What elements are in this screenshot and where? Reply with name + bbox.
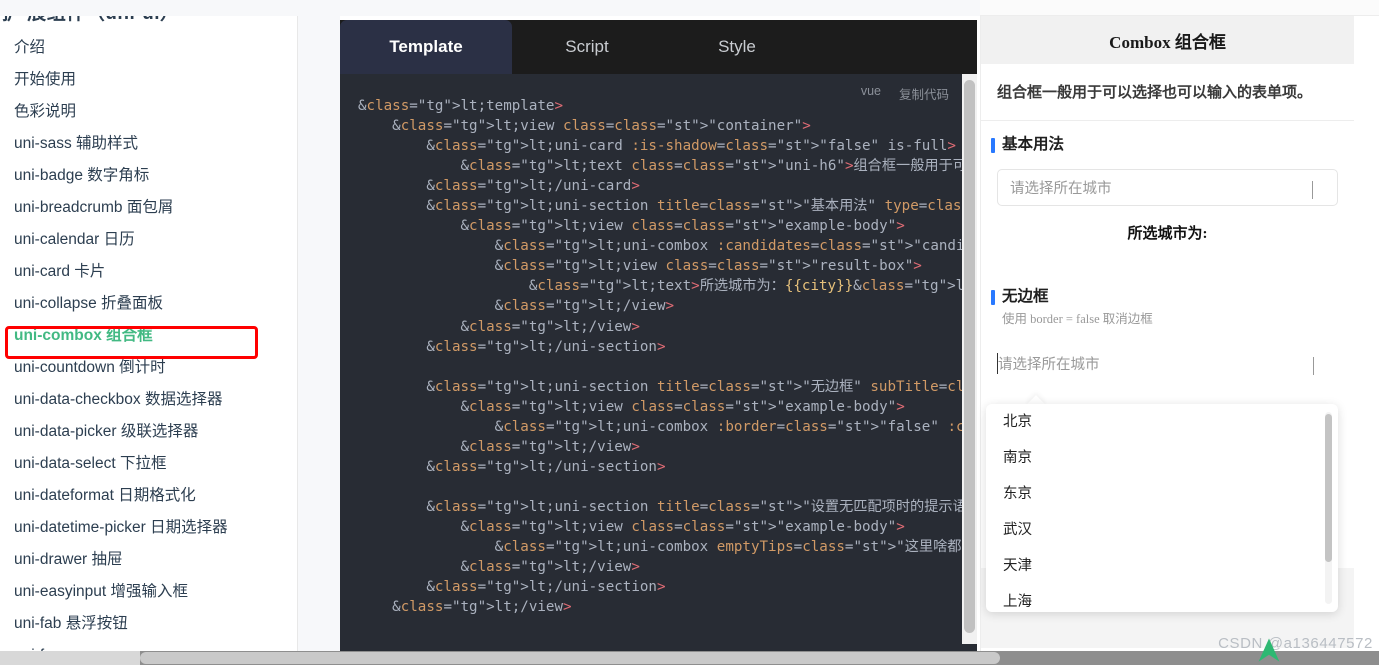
sidebar-item-label: uni-calendar 日历 [14, 231, 135, 248]
sidebar-item-label: uni-dateformat 日期格式化 [14, 487, 196, 504]
sidebar-item-label: uni-sass 辅助样式 [14, 135, 139, 152]
sidebar-item-11[interactable]: uni-data-checkbox 数据选择器 [0, 384, 297, 416]
editor-tabbar: Template Script Style [340, 20, 977, 74]
sidebar-item-2[interactable]: 色彩说明 [0, 96, 297, 128]
sidebar-item-0[interactable]: 介绍 [0, 32, 297, 64]
sidebar-item-label: 色彩说明 [14, 103, 77, 120]
code-editor-panel: Template Script Style vue 复制代码 &class="t… [340, 20, 977, 665]
example-body-basic: 请选择所在城市 所选城市为: [981, 155, 1354, 265]
combobox-basic[interactable]: 请选择所在城市 [997, 169, 1338, 206]
tab-script-label: Script [565, 37, 609, 56]
sidebar: 扩 展组件（uni-ui） ▼ 介绍开始使用色彩说明uni-sass 辅助样式u… [0, 0, 298, 665]
watermark-label: CSDN @a136447572 [1218, 635, 1373, 652]
dropdown-option-list: 北京 南京 东京 武汉 天津 上海 [986, 404, 1338, 612]
section-subtitle: 使用 border = false 取消边框 [1002, 312, 1153, 326]
content-gutter [298, 0, 340, 665]
tab-style-label: Style [718, 37, 756, 56]
combobox-dropdown[interactable]: 北京 南京 东京 武汉 天津 上海 [986, 404, 1338, 612]
sidebar-item-18[interactable]: uni-fab 悬浮按钮 [0, 608, 297, 640]
sidebar-item-label: uni-combox 组合框 [14, 327, 153, 344]
top-strip-right [980, 0, 1379, 16]
dropdown-option[interactable]: 上海 [986, 584, 1338, 612]
sidebar-item-label: uni-breadcrumb 面包屑 [14, 199, 174, 216]
sidebar-item-label: uni-badge 数字角标 [14, 167, 150, 184]
dropdown-option[interactable]: 北京 [986, 404, 1338, 440]
section-accent-bar [991, 138, 995, 153]
example-body-noborder: 请选择所在城市 [981, 327, 1354, 398]
sidebar-item-1[interactable]: 开始使用 [0, 64, 297, 96]
code-content-area: vue 复制代码 &class="tg">lt;template> &class… [340, 74, 977, 665]
editor-vertical-scrollbar-thumb[interactable] [964, 80, 975, 633]
sidebar-item-7[interactable]: uni-card 卡片 [0, 256, 297, 288]
sidebar-item-label: uni-fab 悬浮按钮 [14, 615, 128, 632]
sidebar-item-17[interactable]: uni-easyinput 增强输入框 [0, 576, 297, 608]
sidebar-item-6[interactable]: uni-calendar 日历 [0, 224, 297, 256]
copy-code-button[interactable]: 复制代码 [899, 84, 949, 103]
result-text-basic: 所选城市为: [1127, 226, 1208, 242]
page-horizontal-scrollbar-left [0, 651, 140, 665]
sidebar-item-label: uni-countdown 倒计时 [14, 359, 166, 376]
sidebar-item-5[interactable]: uni-breadcrumb 面包屑 [0, 192, 297, 224]
sidebar-nav-list: 介绍开始使用色彩说明 uni-sass 辅助样式 uni-badge 数字角标 uni… [0, 32, 297, 665]
sidebar-item-label: uni-data-picker 级联选择器 [14, 423, 199, 440]
text-caret [997, 353, 999, 374]
mouse-cursor-icon [1258, 638, 1280, 662]
chevron-down-icon[interactable] [1312, 180, 1326, 199]
code-meta-bar: vue 复制代码 [861, 84, 949, 103]
code-language-label: vue [860, 84, 881, 98]
combobox-noborder[interactable]: 请选择所在城市 [997, 345, 1338, 382]
dropdown-option[interactable]: 武汉 [986, 512, 1338, 548]
tab-template[interactable]: Template [340, 20, 512, 74]
sidebar-item-label: uni-card 卡片 [14, 263, 106, 280]
tab-template-label: Template [389, 37, 463, 56]
preview-title: Combox 组合框 [981, 16, 1354, 64]
section-title: 无边框 [1002, 288, 1049, 305]
section-header-basic: 基本用法 [981, 121, 1354, 155]
sidebar-item-3[interactable]: uni-sass 辅助样式 [0, 128, 297, 160]
dropdown-option[interactable]: 天津 [986, 548, 1338, 584]
tab-style[interactable]: Style [662, 20, 812, 74]
dropdown-option[interactable]: 南京 [986, 440, 1338, 476]
app-window: 扩 展组件（uni-ui） ▼ 介绍开始使用色彩说明uni-sass 辅助样式u… [0, 0, 1379, 665]
combobox-noborder-placeholder: 请选择所在城市 [998, 357, 1100, 373]
sidebar-item-label: uni-data-checkbox 数据选择器 [14, 391, 223, 408]
dropdown-scrollbar-thumb[interactable] [1325, 414, 1332, 562]
sidebar-item-label: 开始使用 [14, 71, 77, 88]
sidebar-item-8[interactable]: uni-collapse 折叠面板 [0, 288, 297, 320]
dropdown-option[interactable]: 东京 [986, 476, 1338, 512]
sidebar-item-14[interactable]: uni-dateformat 日期格式化 [0, 480, 297, 512]
sidebar-item-label: uni-data-select 下拉框 [14, 455, 167, 472]
preview-description-card: 组合框一般用于可以选择也可以输入的表单项。 [981, 64, 1354, 121]
source-code-block[interactable]: &class="tg">lt;template> &class="tg">lt;… [340, 96, 977, 617]
sidebar-item-9[interactable]: uni-combox 组合框 [0, 320, 297, 352]
sidebar-item-10[interactable]: uni-countdown 倒计时 [0, 352, 297, 384]
section-title: 基本用法 [1002, 136, 1065, 153]
sidebar-item-label: uni-collapse 折叠面板 [14, 295, 164, 312]
sidebar-item-label: 介绍 [14, 39, 46, 56]
page-horizontal-scrollbar-thumb[interactable] [140, 652, 1000, 664]
sidebar-item-4[interactable]: uni-badge 数字角标 [0, 160, 297, 192]
sidebar-item-label: uni-easyinput 增强输入框 [14, 583, 189, 600]
tab-script[interactable]: Script [512, 20, 662, 74]
sidebar-item-13[interactable]: uni-data-select 下拉框 [0, 448, 297, 480]
section-accent-bar [991, 290, 995, 305]
sidebar-item-label: uni-datetime-picker 日期选择器 [14, 519, 228, 536]
sidebar-item-12[interactable]: uni-data-picker 级联选择器 [0, 416, 297, 448]
section-header-noborder: 无边框 使用 border = false 取消边框 [981, 265, 1354, 327]
chevron-up-icon[interactable] [1313, 356, 1327, 375]
sidebar-item-label: uni-drawer 抽屉 [14, 551, 123, 568]
sidebar-item-15[interactable]: uni-datetime-picker 日期选择器 [0, 512, 297, 544]
sidebar-item-16[interactable]: uni-drawer 抽屉 [0, 544, 297, 576]
combobox-basic-placeholder: 请选择所在城市 [1010, 181, 1112, 197]
